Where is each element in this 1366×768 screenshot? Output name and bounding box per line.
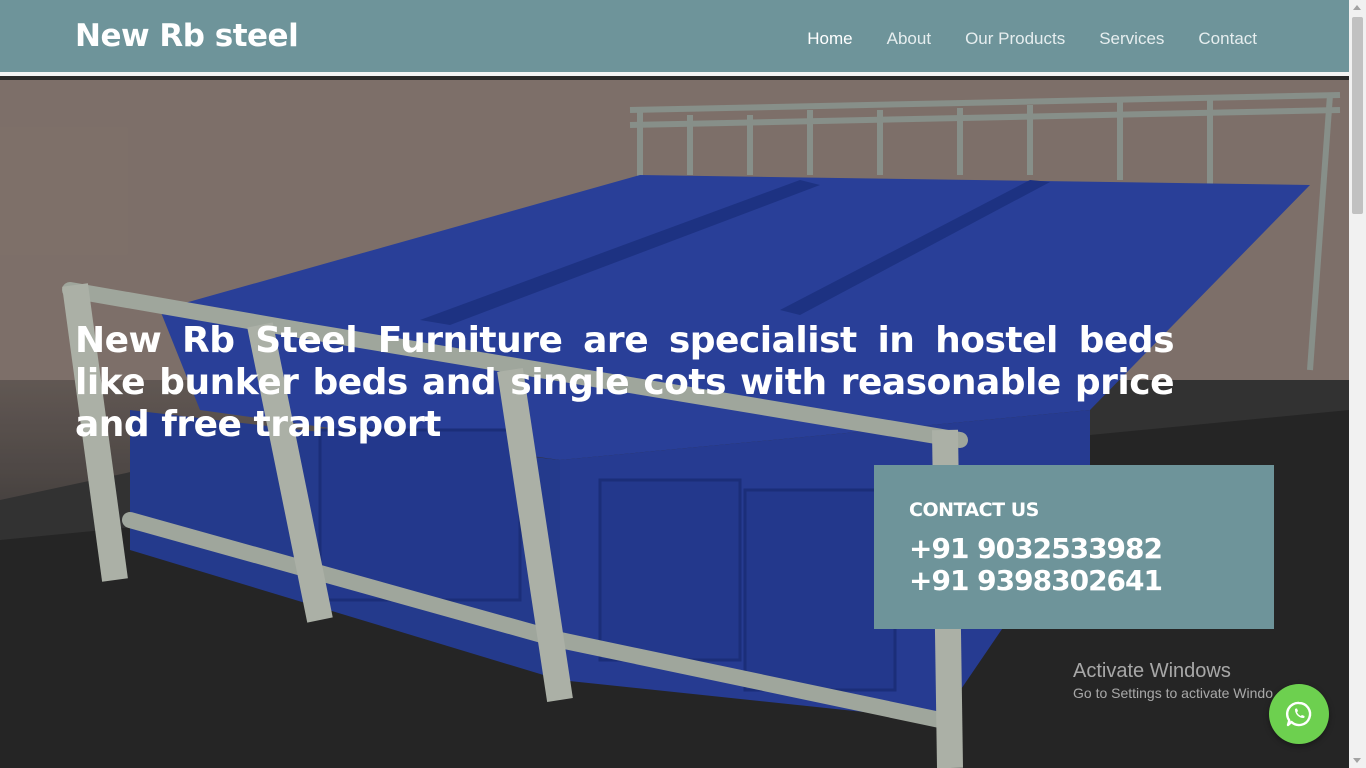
windows-activation-watermark: Activate Windows Go to Settings to activ… — [1073, 660, 1273, 701]
nav-link-our-products[interactable]: Our Products — [965, 29, 1065, 49]
page-scrollbar[interactable] — [1349, 0, 1366, 768]
navbar: New Rb steel Home About Our Products Ser… — [0, 0, 1349, 76]
scroll-up-arrow-icon[interactable] — [1353, 5, 1361, 10]
nav-link-about[interactable]: About — [887, 29, 931, 49]
contact-phone-1[interactable]: +91 9032533982 — [909, 533, 1239, 565]
whatsapp-icon — [1285, 701, 1312, 727]
contact-title: CONTACT US — [909, 499, 1039, 521]
nav-link-services[interactable]: Services — [1099, 29, 1164, 49]
contact-phone-2[interactable]: +91 9398302641 — [909, 565, 1239, 597]
brand-logo[interactable]: New Rb steel — [75, 18, 299, 54]
whatsapp-button[interactable] — [1269, 684, 1329, 744]
activation-subtitle: Go to Settings to activate Windows. — [1073, 685, 1273, 701]
nav-links: Home About Our Products Services Contact — [807, 29, 1257, 49]
hero-section: New Rb Steel Furniture are specialist in… — [0, 80, 1349, 768]
scrollbar-thumb[interactable] — [1352, 17, 1363, 214]
contact-box: CONTACT US +91 9032533982 +91 9398302641 — [874, 465, 1274, 629]
nav-link-contact[interactable]: Contact — [1198, 29, 1257, 49]
scroll-down-arrow-icon[interactable] — [1353, 758, 1361, 763]
hero-headline: New Rb Steel Furniture are specialist in… — [75, 320, 1175, 445]
nav-link-home[interactable]: Home — [807, 29, 852, 49]
activation-title: Activate Windows — [1073, 660, 1231, 682]
